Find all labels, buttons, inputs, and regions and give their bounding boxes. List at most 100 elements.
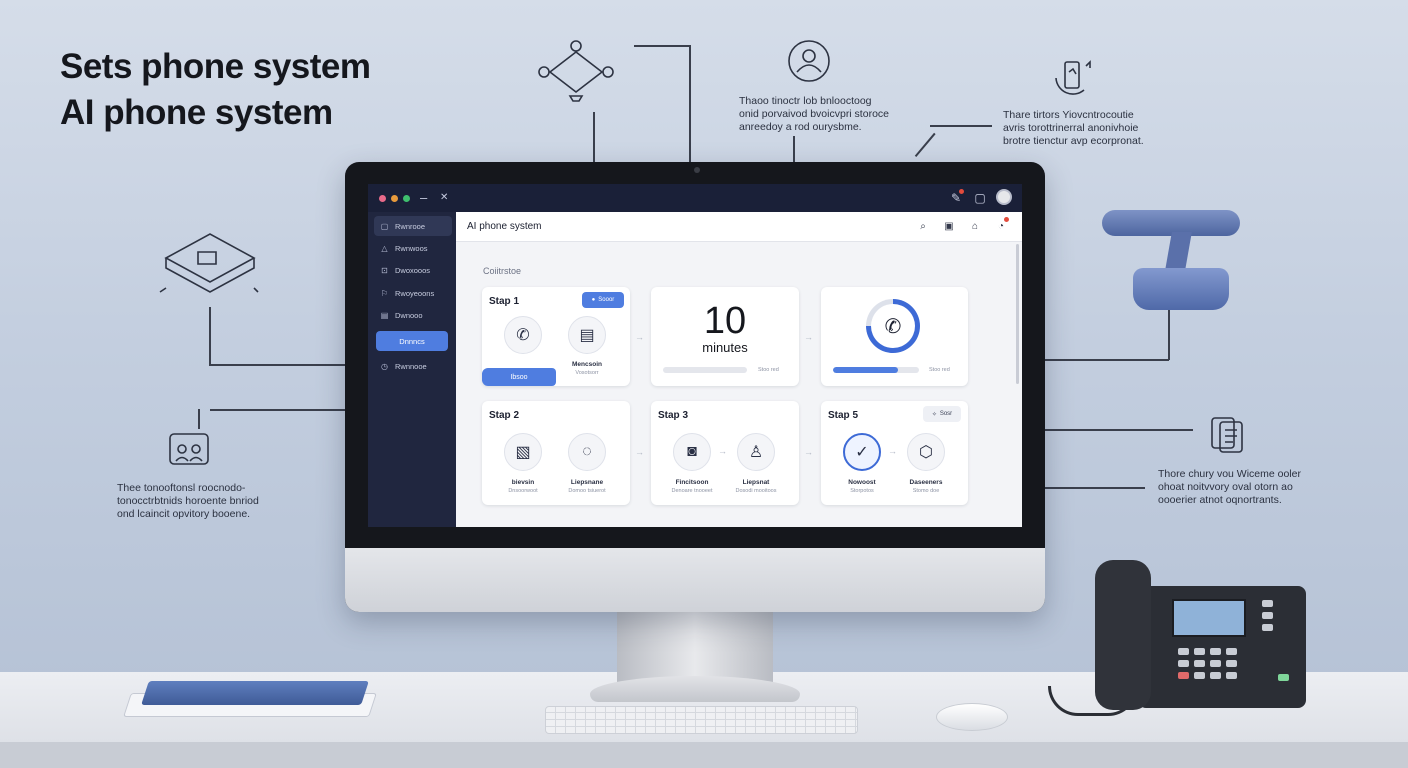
window-minimize-dot[interactable]	[391, 195, 398, 202]
arrow-icon: →	[718, 446, 727, 456]
sidebar: ▢ Rwnrooe △ Rwnwoos ⊡ Dwoxooos ⚐ Rwoyeoo…	[368, 212, 456, 527]
step-2-item-2-caption: Liepsnane	[570, 479, 604, 486]
call-progress-ring: ✆	[866, 299, 920, 353]
arrow-icon: →	[888, 446, 897, 456]
step-1-badge[interactable]: ● Sooor	[582, 292, 624, 308]
user-icon	[788, 40, 830, 82]
step-3-item-1-caption: Fincitsoon	[675, 479, 709, 486]
headset-stand-base	[1133, 268, 1229, 310]
headline-line-1: Sets phone system	[60, 47, 371, 86]
arrow-icon: →	[804, 332, 813, 342]
search-icon[interactable]: ⌕	[916, 220, 930, 234]
camera-icon[interactable]: ◙	[673, 433, 711, 471]
step-1-card: Stap 1 ● Sooor ✆ ▤ Mencsoin Vosotsorr Ib…	[482, 287, 630, 386]
desk-phone-handset	[1095, 560, 1151, 710]
sidebar-item-1[interactable]: ▢ Rwnrooe	[374, 216, 452, 236]
sidebar-item-label: Rwnnooe	[395, 361, 427, 371]
step-3-item-2-sub: Dosodi mooitoos	[735, 488, 777, 494]
sidebar-action-button[interactable]: Dnnncs	[376, 331, 448, 351]
step-3-item-2-caption: Liepsnat	[742, 479, 770, 486]
network-diagram-icon	[538, 40, 614, 102]
window-close-dot[interactable]	[379, 195, 386, 202]
step-2-item-2-sub: Domoo tsiuerot	[568, 488, 606, 494]
sidebar-item-2[interactable]: △ Rwnwoos	[374, 238, 452, 258]
call-progress-fill	[833, 367, 898, 373]
flag-icon: ⚐	[380, 288, 389, 298]
connector-line	[689, 45, 691, 162]
notification-badge	[959, 189, 964, 194]
sparkle-icon: ✧	[931, 411, 937, 418]
duration-card: 10 minutes Stoo red	[651, 287, 799, 386]
minimize-icon[interactable]: –	[420, 190, 427, 205]
mobile-phone-icon	[1055, 60, 1091, 95]
step-5-item-1-sub: Storpotos	[850, 488, 874, 494]
avatar[interactable]	[996, 189, 1012, 205]
step-2-card: Stap 2 ▧ ◌ bievsin Dnsoorwoot Liepsnane …	[482, 401, 630, 505]
document-icon[interactable]: ▤	[568, 316, 606, 354]
ai-chip-icon	[159, 233, 259, 293]
sidebar-item-5[interactable]: ▤ Dwnooo	[374, 305, 452, 325]
window-maximize-dot[interactable]	[403, 195, 410, 202]
step-5-item-1-caption: Nowoost	[848, 479, 876, 486]
callout-right: Thore chury vou Wiceme ooler ohoat noitv…	[1158, 468, 1301, 506]
connector-line	[1045, 429, 1193, 431]
sidebar-item-4[interactable]: ⚐ Rwoyeoons	[374, 283, 452, 303]
step-1-button[interactable]: Ibsoo	[482, 368, 556, 386]
webcam	[694, 167, 700, 173]
step-5-item-2-caption: Daseeners	[909, 479, 943, 486]
connector-line	[210, 409, 345, 411]
sidebar-item-label: Dwnooo	[395, 310, 423, 320]
step-3-card: Stap 3 ◙ → ♙ Fincitsoon Denoare tnooeet …	[651, 401, 799, 505]
call-progress-track	[833, 367, 919, 373]
desk-edge	[0, 742, 1408, 768]
call-progress-card: ✆ Stoo red	[821, 287, 968, 386]
step-5-badge[interactable]: ✧ Sosr	[923, 406, 961, 422]
bell-icon: △	[381, 243, 388, 253]
connector-line	[209, 307, 211, 365]
step-1-title: Stap 1	[489, 296, 520, 307]
duration-progress-track	[663, 367, 747, 373]
connector-line	[198, 409, 200, 429]
connector-line	[914, 132, 936, 157]
calendar-icon[interactable]: ▣	[942, 220, 956, 234]
person-icon[interactable]: ♙	[737, 433, 775, 471]
sidebar-item-label: Rwnwoos	[395, 243, 428, 253]
sidebar-item-3[interactable]: ⊡ Dwoxooos	[374, 260, 452, 280]
callout-top-right: Thare tirtors Yiovcntrocoutie avris toro…	[1003, 109, 1144, 147]
contacts-card-icon	[169, 433, 209, 465]
phone-icon[interactable]: ✆	[504, 316, 542, 354]
connector-line	[1045, 487, 1145, 489]
connector-line	[930, 125, 992, 127]
clipboard-icon[interactable]: ▧	[504, 433, 542, 471]
checkmark-icon[interactable]: ✓	[843, 433, 881, 471]
connector-line	[209, 364, 345, 366]
step-5-item-2-sub: Stomo doe	[912, 488, 940, 494]
sidebar-item-6[interactable]: ◷ Rwnnooe	[374, 356, 452, 376]
home-icon[interactable]: ⌂	[968, 220, 982, 234]
duration-note: Stoo red	[758, 367, 779, 373]
section-label: Coiitrstoe	[483, 266, 522, 276]
inbox-icon: ⊡	[381, 265, 388, 275]
step-2-item-1-sub: Dnsoorwoot	[508, 488, 538, 494]
keyboard	[545, 706, 858, 734]
sidebar-item-label: Rwoyeoons	[395, 288, 435, 298]
chat-icon: ▢	[380, 221, 389, 231]
shield-icon[interactable]: ⬡	[907, 433, 945, 471]
mouse	[936, 703, 1008, 731]
headline: Sets phone system AI phone system	[60, 44, 371, 136]
scrollbar[interactable]	[1016, 244, 1019, 384]
whatsapp-icon[interactable]: ◌	[568, 433, 606, 471]
monitor-stand	[617, 612, 773, 682]
step-2-item-1-caption: bievsin	[511, 479, 535, 486]
arrow-icon: →	[635, 447, 644, 457]
connector-line	[1168, 306, 1170, 360]
step-5-title: Stap 5	[828, 410, 859, 421]
window-icon[interactable]: ▢	[972, 190, 988, 206]
alert-icon[interactable]: ◔	[994, 220, 1008, 234]
arrow-icon: →	[804, 447, 813, 457]
call-progress-note: Stoo red	[929, 367, 950, 373]
connector-line	[1045, 359, 1169, 361]
step-3-item-1-sub: Denoare tnooeet	[671, 488, 713, 494]
arrow-icon: →	[635, 332, 644, 342]
tools-icon[interactable]: ✕	[440, 192, 448, 203]
